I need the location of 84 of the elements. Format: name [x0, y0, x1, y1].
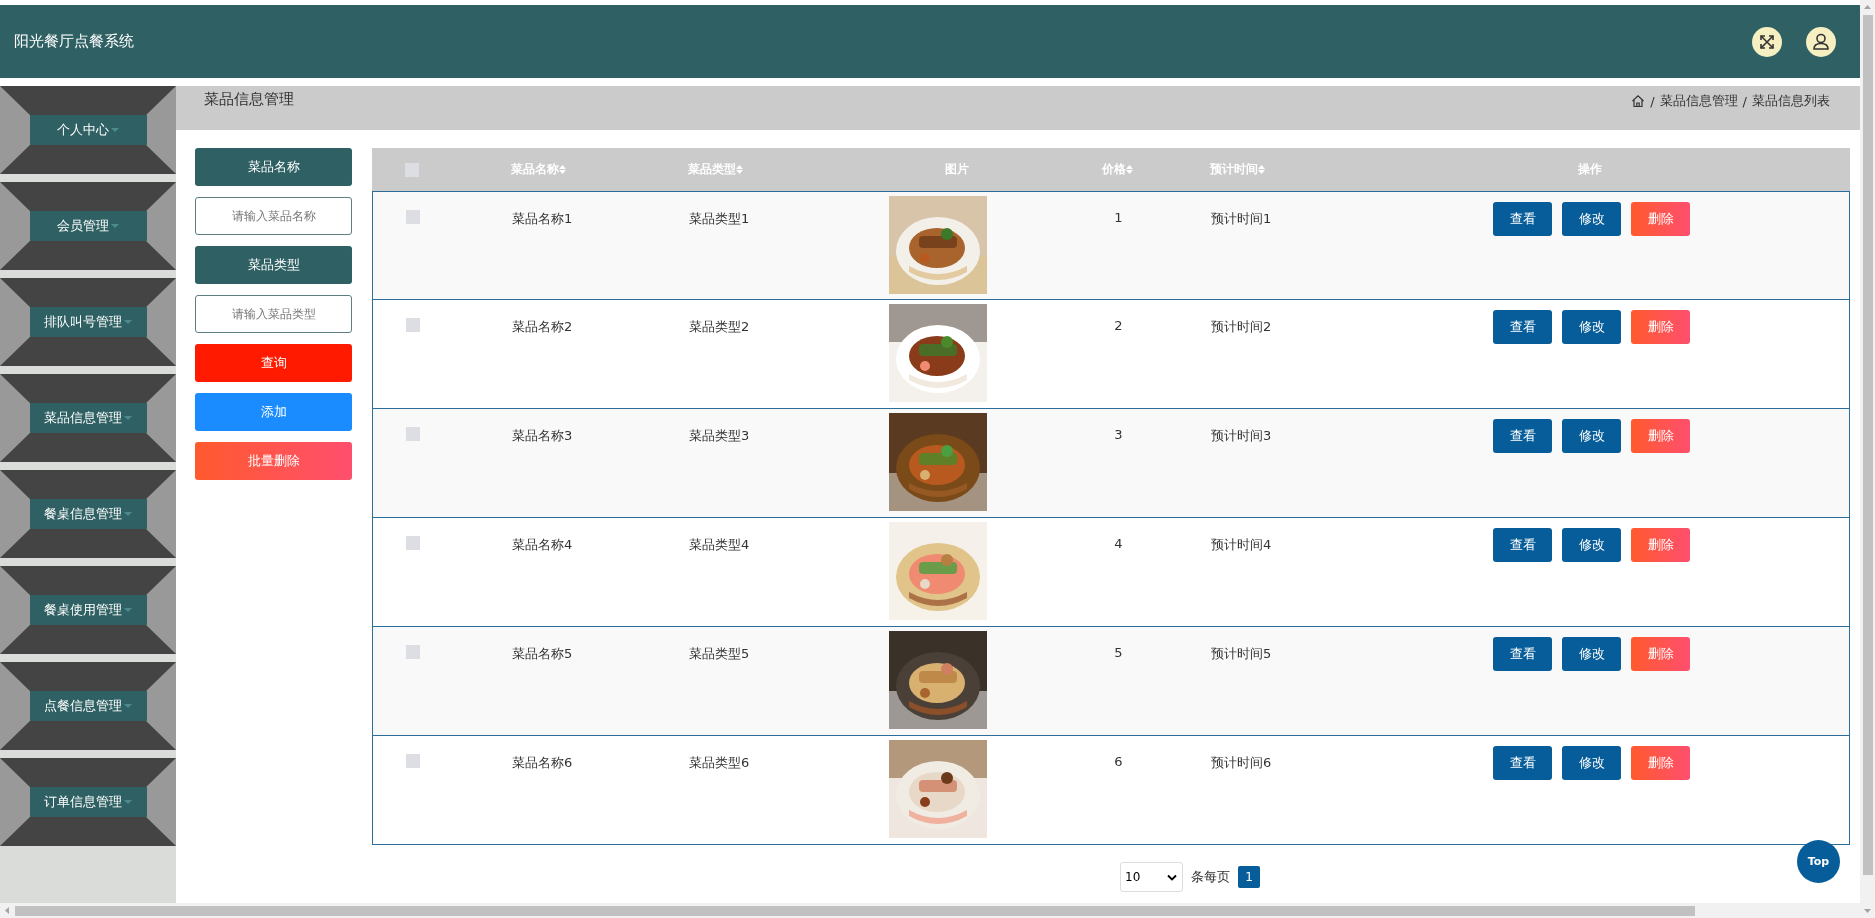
checkbox[interactable]	[406, 210, 420, 224]
table-cell: 5	[1114, 645, 1123, 660]
caret-icon	[111, 127, 119, 133]
table-cell-text: 菜品名称2	[512, 318, 574, 336]
edit-button[interactable]: 修改	[1562, 419, 1621, 453]
table-cell-text: 菜品名称4	[512, 536, 574, 554]
sidebar-item[interactable]: 餐桌信息管理	[0, 470, 176, 558]
table-cell-text: 菜品名称6	[512, 754, 574, 772]
fullscreen-icon[interactable]	[1751, 25, 1783, 58]
table-cell-text: 菜品类型2	[689, 318, 751, 336]
table-cell: 2	[1114, 318, 1123, 333]
horizontal-scrollbar[interactable]	[0, 903, 1860, 918]
edit-button[interactable]: 修改	[1562, 310, 1621, 344]
sidebar-item[interactable]: 餐桌使用管理	[0, 566, 176, 654]
table-cell-text: 菜品类型4	[689, 536, 751, 554]
home-icon[interactable]	[1631, 94, 1646, 108]
caret-icon	[111, 223, 119, 229]
table-cell-text: 预计时间1	[1211, 210, 1273, 228]
app-title: 阳光餐厅点餐系统	[14, 32, 134, 51]
sort-icon[interactable]	[559, 165, 566, 174]
breadcrumb-item[interactable]: 菜品信息管理	[1659, 92, 1738, 110]
caret-icon	[124, 319, 132, 325]
back-to-top-button[interactable]: Top	[1797, 840, 1840, 883]
input-field[interactable]: 请输入菜品名称	[195, 197, 352, 235]
sidebar-item[interactable]: 个人中心	[0, 86, 176, 174]
table-cell: 6	[1114, 754, 1123, 769]
edit-button[interactable]: 修改	[1562, 528, 1621, 562]
table-cell-text: 菜品类型1	[689, 210, 751, 228]
sidebar-item[interactable]: 排队叫号管理	[0, 278, 176, 366]
caret-icon	[124, 511, 132, 517]
caret-icon	[124, 799, 132, 805]
checkbox[interactable]	[406, 754, 420, 768]
table-cell-text: 菜品名称1	[512, 210, 574, 228]
table-cell: 1	[1114, 210, 1123, 225]
breadcrumb-separator: /	[1742, 93, 1747, 109]
field-label: 菜品名称	[195, 148, 352, 186]
search-button[interactable]: 查询	[195, 344, 352, 382]
caret-icon	[124, 415, 132, 421]
chevron-icon	[1167, 873, 1177, 881]
table-cell-text: 菜品类型3	[689, 427, 751, 445]
view-button[interactable]: 查看	[1493, 202, 1552, 236]
sort-icon[interactable]	[1126, 165, 1133, 174]
sidebar-item[interactable]: 订单信息管理	[0, 758, 176, 846]
checkbox[interactable]	[406, 645, 420, 659]
breadcrumb-item: 菜品信息列表	[1752, 92, 1830, 110]
table-cell-text: 菜品类型5	[689, 645, 751, 663]
input-field[interactable]: 请输入菜品类型	[195, 295, 352, 333]
sidebar-item[interactable]: 菜品信息管理	[0, 374, 176, 462]
view-button[interactable]: 查看	[1493, 419, 1552, 453]
view-button[interactable]: 查看	[1493, 746, 1552, 780]
page-button[interactable]: 1	[1238, 866, 1260, 888]
sort-icon[interactable]	[1258, 165, 1265, 174]
view-button[interactable]: 查看	[1493, 637, 1552, 671]
sidebar-item[interactable]: 点餐信息管理	[0, 662, 176, 750]
checkbox[interactable]	[406, 427, 420, 441]
table-cell-text: 预计时间5	[1211, 645, 1273, 663]
edit-button[interactable]: 修改	[1562, 746, 1621, 780]
edit-button[interactable]: 修改	[1562, 637, 1621, 671]
table-cell-text: 菜品名称5	[512, 645, 574, 663]
table-cell: 4	[1114, 536, 1123, 551]
table-cell: 3	[1114, 427, 1123, 442]
page-size-label: 条每页	[1191, 868, 1230, 886]
page-size-select[interactable]: 10	[1120, 862, 1183, 892]
vertical-scrollbar[interactable]	[1860, 0, 1875, 918]
user-icon[interactable]	[1805, 25, 1837, 58]
table-cell-text: 预计时间3	[1211, 427, 1273, 445]
sort-icon[interactable]	[736, 165, 743, 174]
view-button[interactable]: 查看	[1493, 310, 1552, 344]
caret-icon	[124, 607, 132, 613]
checkbox[interactable]	[405, 162, 419, 177]
table-cell-text: 预计时间2	[1211, 318, 1273, 336]
breadcrumb-separator: /	[1650, 93, 1655, 109]
table-cell-text: 菜品类型6	[689, 754, 751, 772]
view-button[interactable]: 查看	[1493, 528, 1552, 562]
checkbox[interactable]	[406, 536, 420, 550]
caret-icon	[124, 703, 132, 709]
table-cell-text: 预计时间4	[1211, 536, 1273, 554]
checkbox[interactable]	[406, 318, 420, 332]
sidebar-item[interactable]: 会员管理	[0, 182, 176, 270]
table-cell-text: 预计时间6	[1211, 754, 1273, 772]
field-label: 菜品类型	[195, 246, 352, 284]
edit-button[interactable]: 修改	[1562, 202, 1621, 236]
page-title: 菜品信息管理	[204, 90, 294, 109]
table-cell-text: 菜品名称3	[512, 427, 574, 445]
